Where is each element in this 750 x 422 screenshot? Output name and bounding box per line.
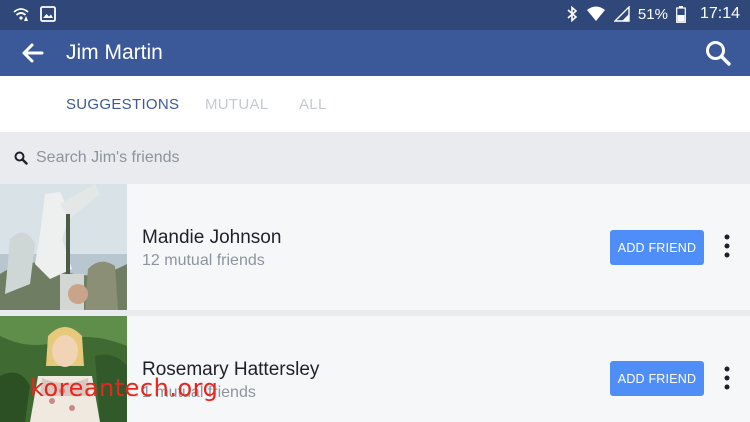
more-options-icon[interactable]: [718, 364, 736, 394]
status-bar: 51% 17:14: [0, 0, 750, 30]
image-notification-icon: [40, 6, 56, 22]
tab-mutual[interactable]: MUTUAL: [205, 96, 268, 113]
battery-icon: [676, 5, 686, 23]
back-arrow-icon[interactable]: [20, 40, 46, 66]
app-bar: Jim Martin: [0, 30, 750, 76]
battery-percent: 51%: [637, 5, 668, 23]
friend-row[interactable]: Mandie Johnson 12 mutual friends ADD FRI…: [0, 184, 750, 310]
more-options-icon[interactable]: [718, 232, 736, 262]
search-field-icon: [14, 151, 28, 165]
add-friend-button[interactable]: ADD FRIEND: [610, 230, 704, 265]
avatar[interactable]: [0, 316, 127, 422]
friends-tabs: SUGGESTIONS MUTUAL ALL: [0, 76, 750, 132]
search-friends-input[interactable]: [36, 144, 726, 172]
friend-name[interactable]: Mandie Johnson: [142, 227, 281, 249]
status-right: 51% 17:14: [566, 5, 740, 23]
clock: 17:14: [699, 5, 740, 22]
search-bar: [0, 132, 750, 183]
tab-suggestions[interactable]: SUGGESTIONS: [66, 96, 179, 113]
status-left: [12, 6, 56, 22]
tab-all[interactable]: ALL: [299, 96, 327, 113]
add-friend-button[interactable]: ADD FRIEND: [610, 361, 704, 396]
mutual-friends-count: 12 mutual friends: [142, 252, 265, 269]
cell-signal-icon: [613, 6, 630, 22]
bluetooth-icon: [567, 5, 578, 23]
wifi-signal-icon: [586, 6, 605, 21]
wifi-call-icon: [13, 8, 29, 21]
page-title: Jim Martin: [66, 41, 163, 64]
search-icon[interactable]: [704, 39, 732, 67]
avatar[interactable]: [0, 184, 127, 310]
watermark: koreantech.org: [30, 374, 219, 402]
friend-row[interactable]: Rosemary Hattersley 1 mutual friends ADD…: [0, 316, 750, 422]
